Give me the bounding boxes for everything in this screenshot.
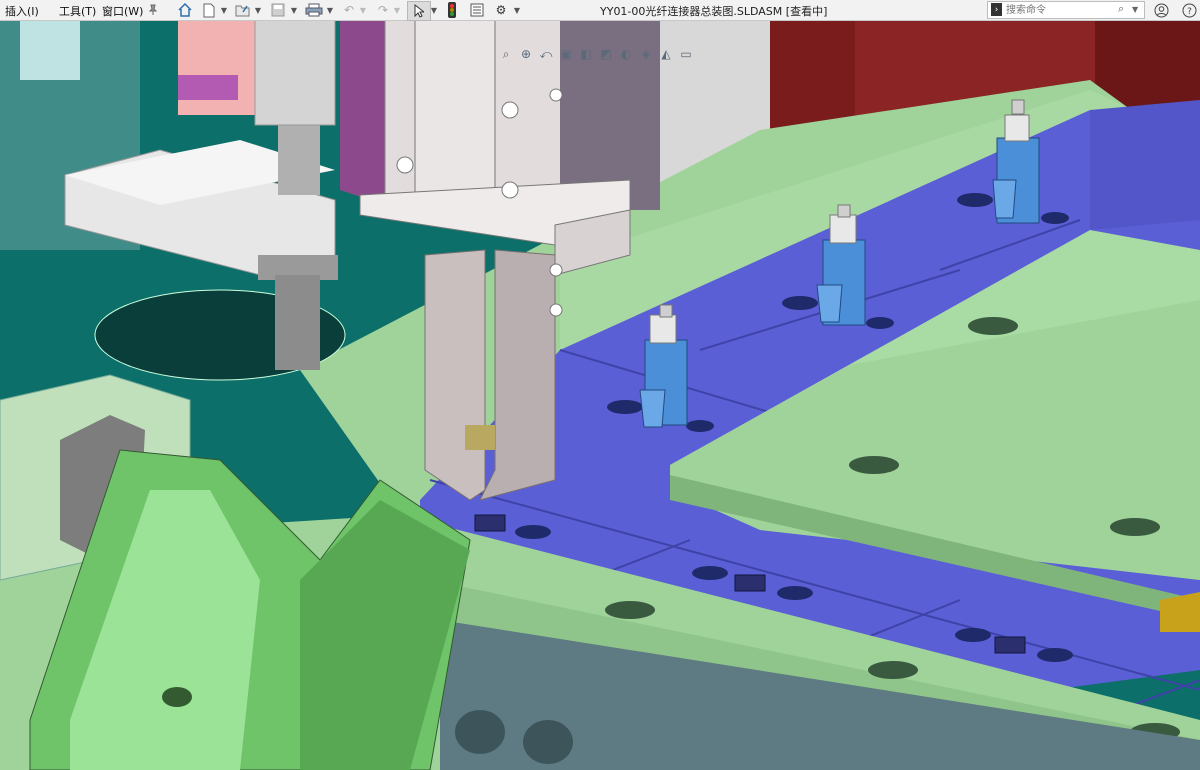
undo-icon[interactable]: ↶: [340, 1, 358, 19]
zoom-area-icon[interactable]: ⊕: [518, 46, 534, 62]
menu-tools[interactable]: 工具(T): [59, 3, 96, 19]
search-icon[interactable]: ⌕: [1118, 2, 1124, 16]
search-dropdown-chevron-icon[interactable]: ▼: [1132, 5, 1138, 14]
menu-insert[interactable]: 插入(I): [5, 3, 39, 19]
options-gear-icon[interactable]: ⚙: [492, 1, 510, 19]
previous-view-icon[interactable]: ⤺: [538, 46, 554, 62]
gripper-finger-left: [424, 249, 486, 501]
light-cyan-block: [20, 20, 80, 80]
help-icon[interactable]: ?: [1180, 1, 1198, 19]
save-dropdown-chevron-icon[interactable]: ▼: [290, 1, 298, 19]
print-icon[interactable]: [303, 1, 325, 19]
print-dropdown-chevron-icon[interactable]: ▼: [326, 1, 334, 19]
purple-plate: [340, 20, 385, 205]
undo-dropdown-chevron-icon[interactable]: ▼: [359, 1, 367, 19]
save-icon[interactable]: [268, 1, 288, 19]
redo-dropdown-chevron-icon[interactable]: ▼: [393, 1, 401, 19]
section-view-icon[interactable]: ▣: [558, 46, 574, 62]
traffic-light-icon[interactable]: [445, 1, 459, 19]
user-account-icon[interactable]: [1152, 1, 1170, 19]
search-box[interactable]: › ⌕ ▼: [987, 1, 1145, 19]
options-dropdown-chevron-icon[interactable]: ▼: [513, 1, 521, 19]
new-document-icon[interactable]: [200, 1, 218, 19]
select-pointer-icon[interactable]: [407, 1, 431, 21]
zoom-to-fit-icon[interactable]: ⌕: [498, 46, 514, 62]
home-icon[interactable]: [175, 1, 195, 19]
svg-text:?: ?: [1187, 7, 1192, 17]
file-properties-icon[interactable]: [469, 1, 485, 19]
select-dropdown-chevron-icon[interactable]: ▼: [430, 1, 438, 19]
heads-up-view-toolbar: ⌕ ⊕ ⤺ ▣ ◧ ◩ ◐ ◈ ◭ ▭: [498, 44, 694, 64]
menu-window[interactable]: 窗口(W): [102, 3, 143, 19]
redo-icon[interactable]: ↷: [374, 1, 392, 19]
view-settings-icon[interactable]: ▭: [678, 46, 694, 62]
open-dropdown-chevron-icon[interactable]: ▼: [254, 1, 262, 19]
document-title: YY01-00光纤连接器总装图.SLDASM [查看中]: [600, 5, 828, 18]
graphics-viewport[interactable]: ⌕ ⊕ ⤺ ▣ ◧ ◩ ◐ ◈ ◭ ▭: [0, 20, 1200, 770]
pin-icon[interactable]: [146, 1, 160, 19]
menu-bar: 插入(I) 工具(T) 窗口(W) ▼ ▼ ▼ ▼ ↶ ▼ ↷ ▼ ▼ ⚙ ▼ …: [0, 0, 1200, 21]
hide-show-icon[interactable]: ◐: [618, 46, 634, 62]
apply-scene-icon[interactable]: ◭: [658, 46, 674, 62]
command-prompt-icon: ›: [991, 3, 1002, 16]
bolt-upper: [278, 115, 320, 195]
view-orientation-icon[interactable]: ◧: [578, 46, 594, 62]
edit-appearance-icon[interactable]: ◈: [638, 46, 654, 62]
new-dropdown-chevron-icon[interactable]: ▼: [220, 1, 228, 19]
search-input[interactable]: [1006, 2, 1116, 18]
display-style-icon[interactable]: ◩: [598, 46, 614, 62]
pink-part: [178, 20, 258, 115]
open-file-icon[interactable]: [234, 1, 252, 19]
